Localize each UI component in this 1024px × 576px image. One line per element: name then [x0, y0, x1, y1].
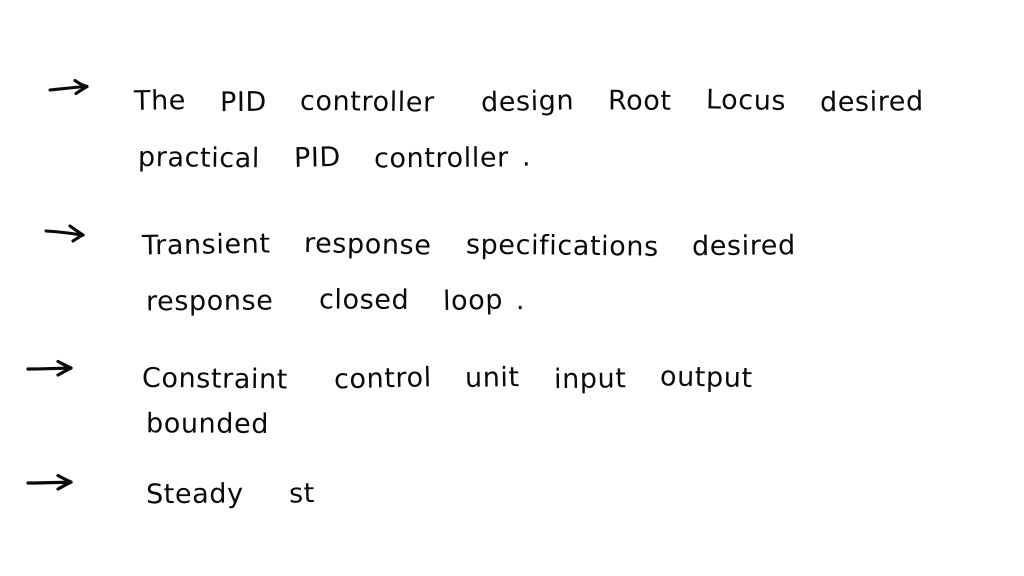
arrow-bullet-icon: [26, 472, 82, 492]
word: practical: [137, 141, 260, 175]
handwritten-note-page: The PID controller design Root Locus desired p…: [0, 0, 1024, 576]
note-item-4: Steady st: [0, 0, 1024, 510]
note-4-line-1: Steady st: [112, 464, 315, 523]
word: controller: [374, 142, 510, 175]
word: Steady: [145, 478, 244, 511]
note-3-line-2: bounded: [112, 395, 269, 454]
note-2-line-1: Transient response specifications desired: [108, 216, 796, 275]
word: Transient: [141, 228, 271, 262]
word: st: [288, 478, 316, 510]
word: bounded: [145, 408, 269, 440]
note-2-line-2: response closed loop.: [112, 271, 526, 330]
word: response: [303, 227, 432, 262]
word: control: [333, 362, 432, 396]
word: .: [516, 285, 526, 317]
word: unit: [465, 362, 521, 394]
word: specifications: [465, 229, 659, 263]
word: loop: [442, 284, 504, 317]
word: response: [145, 285, 274, 318]
word: closed: [318, 284, 410, 316]
note-1-line-2: practical PID controller.: [104, 128, 531, 187]
word: Constraint: [141, 362, 288, 396]
arrow-bullet-icon: [44, 222, 92, 244]
word: PID: [293, 141, 341, 174]
word: .: [522, 141, 532, 173]
word: input: [553, 363, 627, 396]
arrow-bullet-icon: [26, 358, 82, 378]
word: desired: [692, 230, 797, 263]
word: output: [660, 361, 754, 395]
